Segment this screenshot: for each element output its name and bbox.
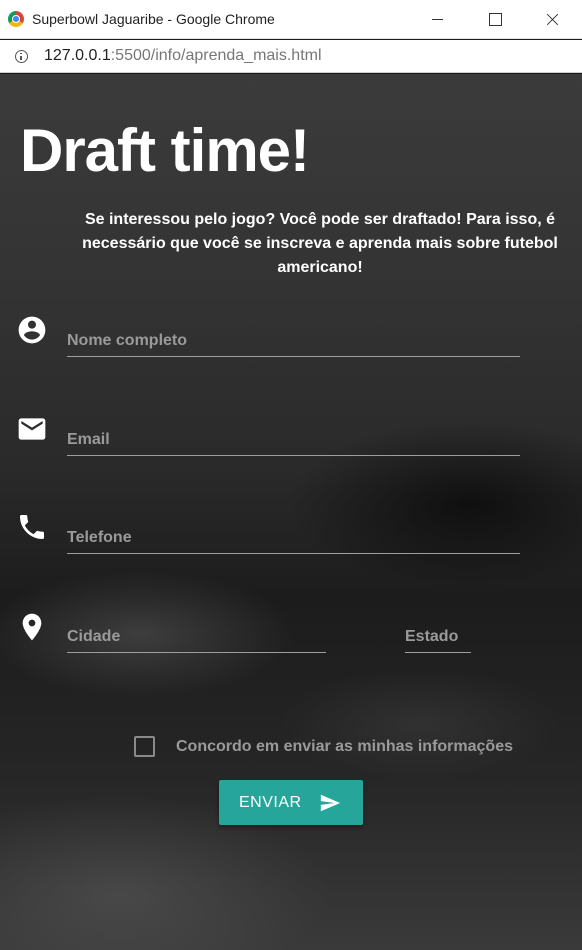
send-icon [319,792,341,814]
account-circle-icon [16,314,48,346]
submit-button[interactable]: ENVIAR [219,780,363,825]
window-title: Superbowl Jaguaribe - Google Chrome [32,11,275,27]
url-host: 127.0.0.1 [44,47,111,64]
maximize-icon[interactable] [466,0,524,39]
name-field[interactable] [67,327,520,357]
url-path: :5500/info/aprenda_mais.html [110,47,322,64]
location-pin-icon [16,611,48,643]
state-input[interactable] [405,623,471,651]
phone-field[interactable] [67,524,520,554]
intro-text: Se interessou pelo jogo? Você pode ser d… [82,211,558,276]
consent-label[interactable]: Concordo em enviar as minhas informações [176,738,513,756]
submit-label: ENVIAR [239,794,302,811]
email-input[interactable] [67,426,520,454]
close-icon[interactable] [524,0,582,39]
name-input[interactable] [67,327,520,355]
email-icon [16,413,48,445]
window-titlebar: Superbowl Jaguaribe - Google Chrome [0,0,582,39]
phone-icon [16,511,48,543]
address-bar[interactable]: 127.0.0.1:5500/info/aprenda_mais.html [0,40,582,73]
state-field[interactable] [405,623,471,653]
city-input[interactable] [67,623,326,651]
phone-input[interactable] [67,524,520,552]
page-content: Draft time! Se interessou pelo jogo? Voc… [0,74,582,950]
consent-checkbox[interactable] [134,736,155,757]
minimize-icon[interactable] [408,0,466,39]
info-icon[interactable] [15,50,28,63]
email-field[interactable] [67,426,520,456]
chrome-logo-icon [8,11,24,27]
city-field[interactable] [67,623,326,653]
url-text[interactable]: 127.0.0.1:5500/info/aprenda_mais.html [44,47,322,65]
page-title: Draft time! [20,117,310,184]
